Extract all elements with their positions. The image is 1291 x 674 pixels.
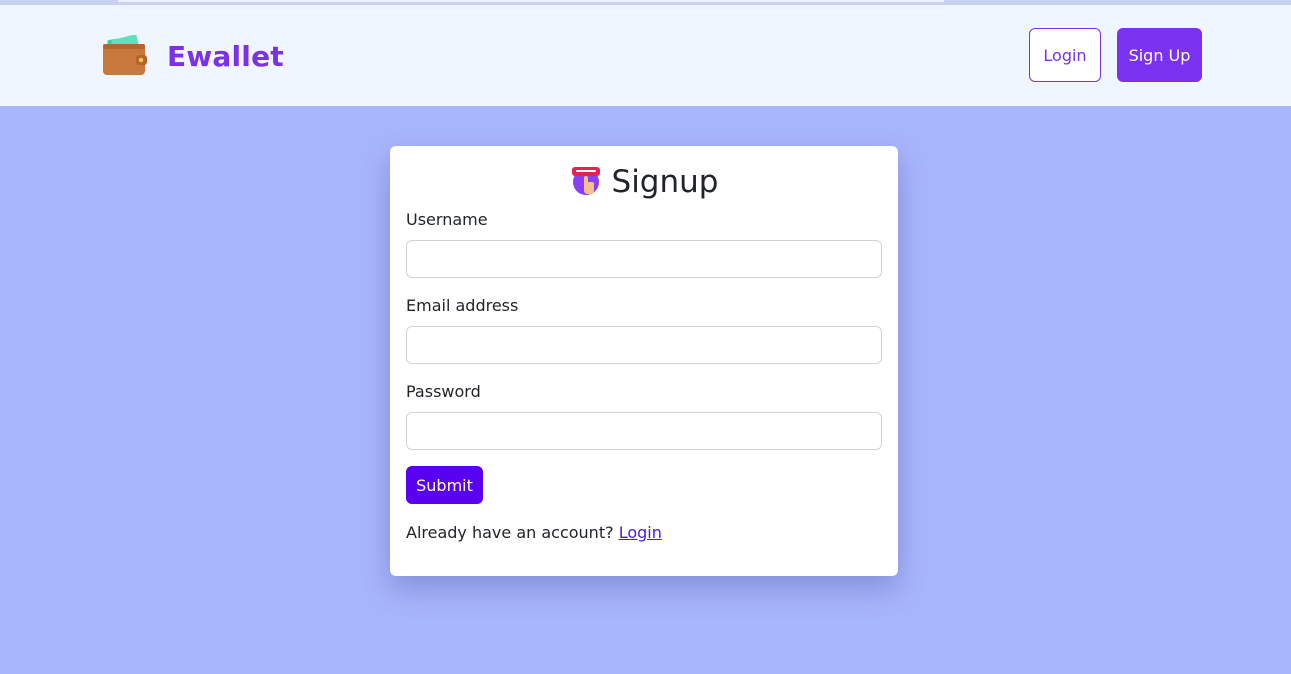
brand-name: Ewallet (167, 39, 284, 73)
brand[interactable]: Ewallet (86, 31, 284, 81)
signup-button[interactable]: Sign Up (1117, 28, 1202, 82)
login-button[interactable]: Login (1029, 28, 1101, 82)
submit-button[interactable]: Submit (406, 466, 483, 504)
email-input[interactable] (406, 326, 882, 364)
password-label: Password (406, 382, 481, 401)
signup-badge-icon (570, 164, 602, 200)
email-label: Email address (406, 296, 519, 315)
login-prompt-text: Already have an account? (406, 523, 614, 542)
login-prompt: Already have an account? Login (406, 523, 662, 542)
wallet-icon (86, 32, 162, 80)
username-label: Username (406, 210, 488, 229)
login-link[interactable]: Login (619, 523, 662, 542)
signup-card: Signup Username Email address Password S… (390, 146, 898, 576)
page-title: Signup (611, 164, 719, 200)
password-input[interactable] (406, 412, 882, 450)
username-input[interactable] (406, 240, 882, 278)
card-header: Signup (390, 164, 898, 200)
navbar: Ewallet Login Sign Up (0, 5, 1291, 106)
browser-address-strip (118, 0, 944, 2)
